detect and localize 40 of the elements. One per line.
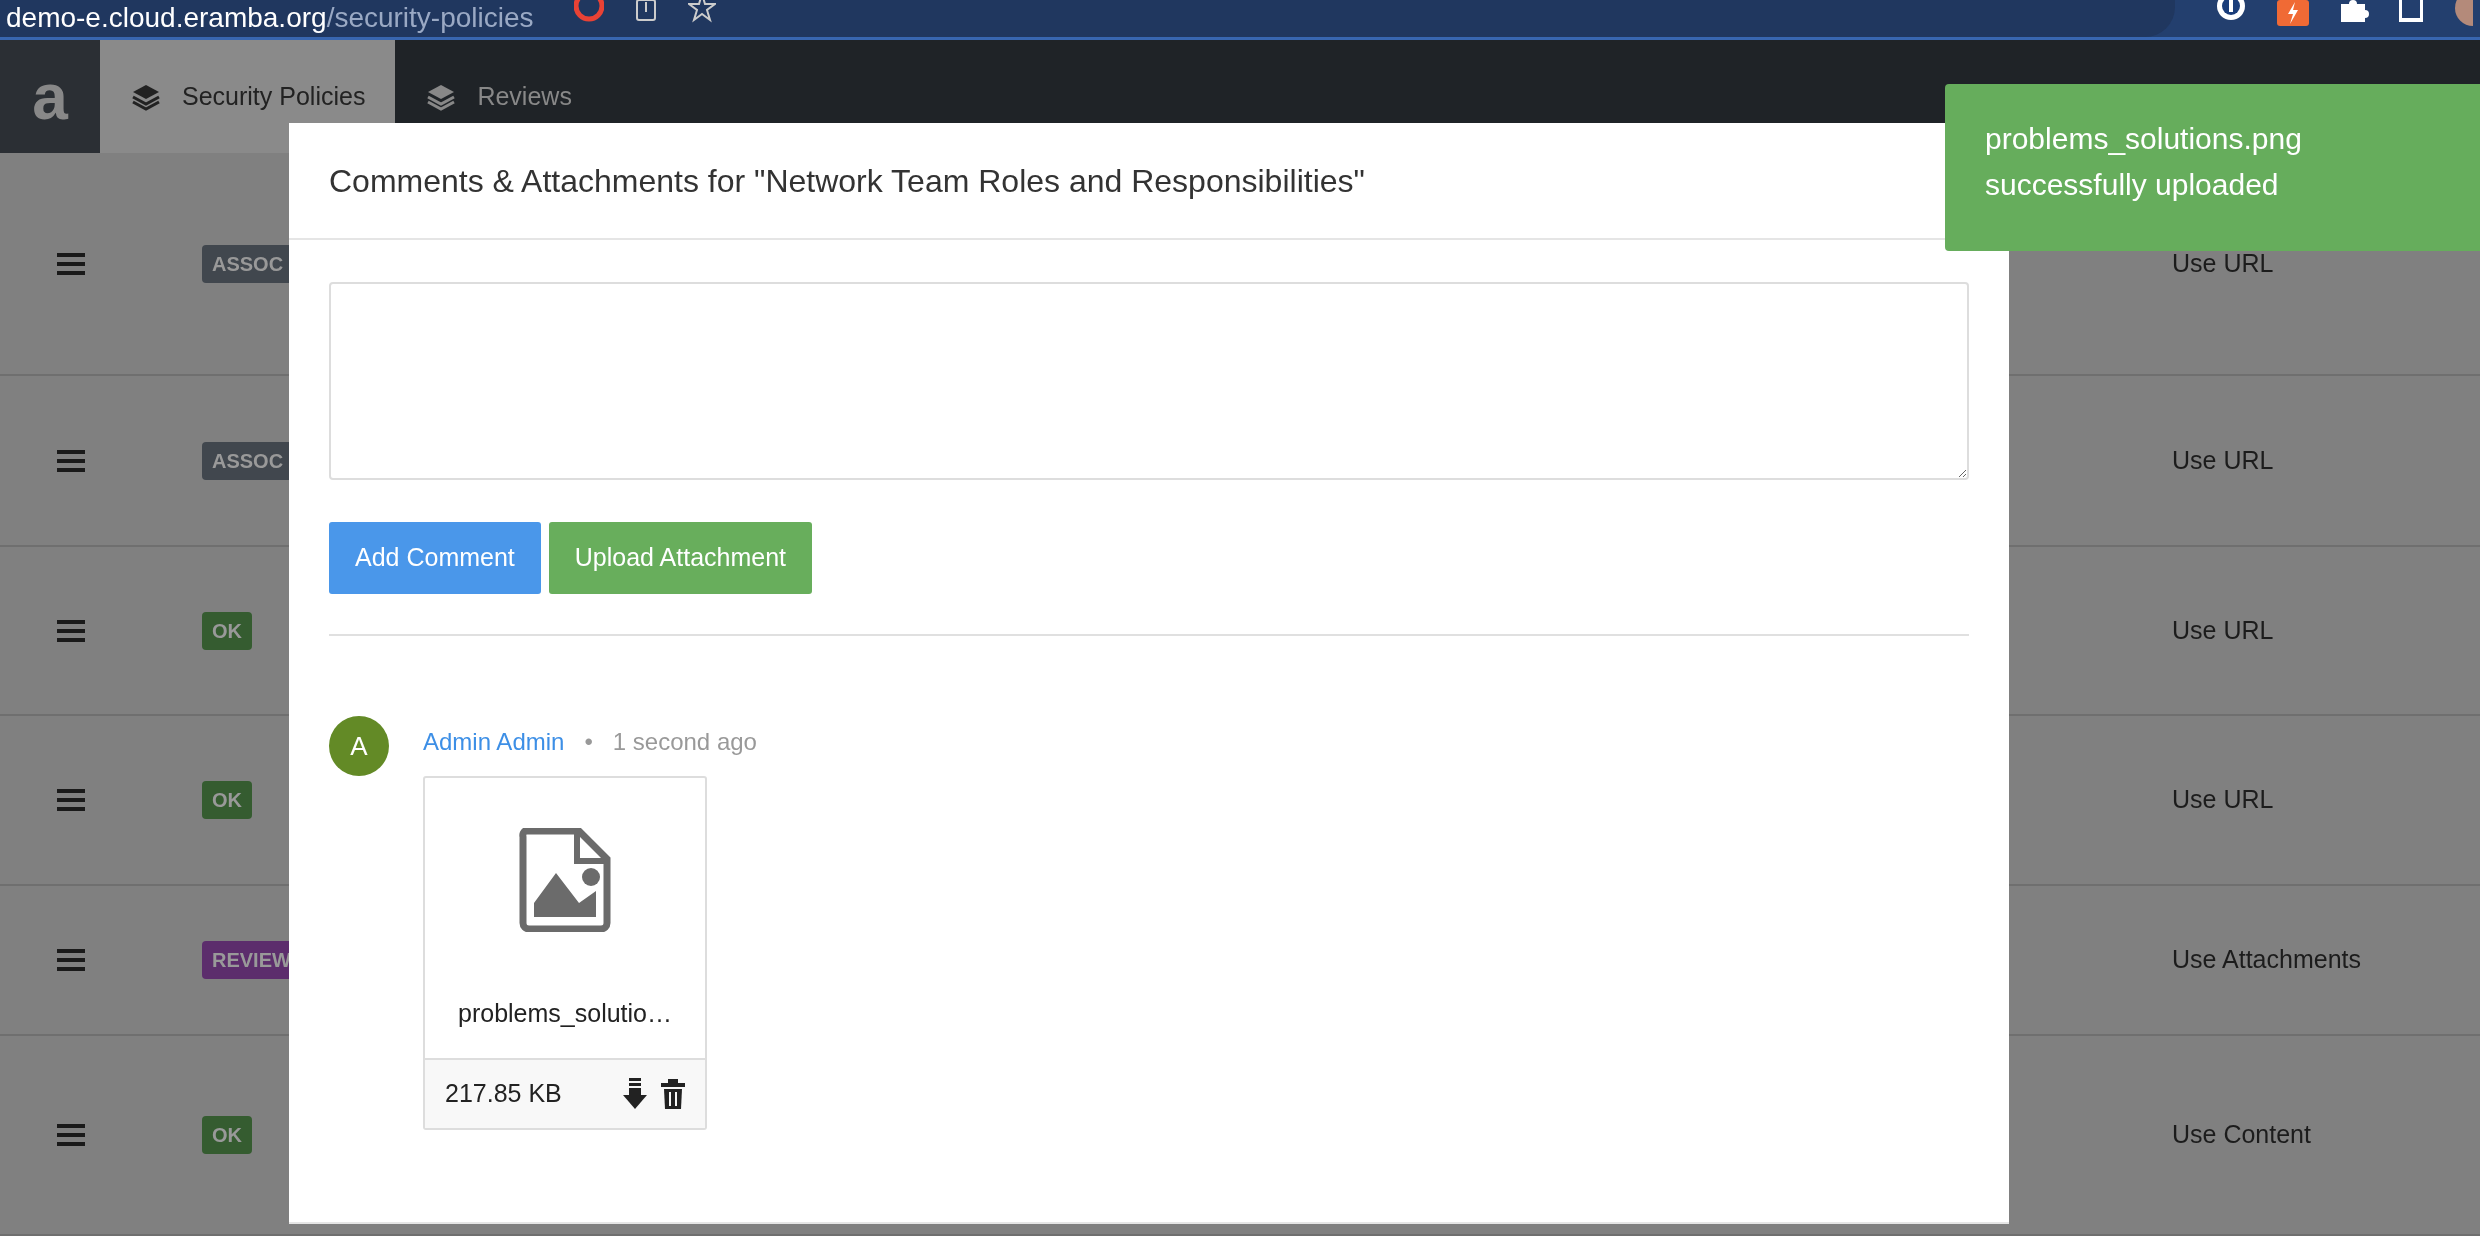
share-icon[interactable] bbox=[633, 0, 658, 24]
star-icon[interactable] bbox=[687, 0, 716, 24]
menu-icon[interactable] bbox=[57, 449, 85, 472]
trash-icon[interactable] bbox=[661, 1079, 685, 1109]
nav-tab[interactable]: Reviews bbox=[395, 40, 602, 153]
separator-dot: • bbox=[584, 727, 593, 757]
image-file-icon bbox=[519, 828, 611, 932]
menu-icon[interactable] bbox=[57, 949, 85, 971]
table-cell-text: Use URL bbox=[2172, 247, 2275, 279]
menu-icon[interactable] bbox=[57, 1124, 85, 1146]
menu-icon[interactable] bbox=[57, 619, 85, 642]
comment-field[interactable] bbox=[329, 282, 1969, 480]
url-text[interactable]: demo-e.cloud.eramba.org bbox=[6, 2, 327, 33]
comment-time: 1 second ago bbox=[612, 727, 757, 757]
profile-icon[interactable] bbox=[2453, 0, 2473, 28]
upload-attachment-button[interactable]: Upload Attachment bbox=[548, 522, 813, 594]
file-size: 217.85 KB bbox=[445, 1078, 562, 1110]
status-badge: OK bbox=[202, 611, 252, 650]
add-comment-button[interactable]: Add Comment bbox=[329, 522, 541, 594]
logo[interactable]: a bbox=[0, 40, 100, 153]
url-path: /security-policies bbox=[326, 2, 534, 33]
puzzle-icon[interactable] bbox=[2339, 0, 2369, 22]
download-icon[interactable] bbox=[623, 1078, 647, 1110]
status-badge: OK bbox=[202, 781, 252, 819]
bolt-icon[interactable] bbox=[2277, 0, 2309, 26]
file-name: problems_solutio… bbox=[458, 997, 672, 1029]
author-link[interactable]: Admin Admin bbox=[423, 724, 565, 760]
table-cell-text: Use Attachments bbox=[2172, 944, 2362, 976]
nav-tab[interactable]: Security Policies bbox=[100, 40, 396, 153]
window-icon[interactable] bbox=[2399, 0, 2423, 22]
toast-message: problems_solutions.png successfully uploaded bbox=[1985, 121, 2303, 203]
user-avatar: A bbox=[329, 716, 389, 776]
table-cell-text: Use URL bbox=[2172, 444, 2275, 476]
modal-title: Comments & Attachments for "Network Team Roles and Responsibilities" bbox=[329, 161, 1365, 201]
menu-icon[interactable] bbox=[57, 252, 85, 275]
table-cell-text: Use URL bbox=[2172, 784, 2275, 816]
table-cell-text: Use URL bbox=[2172, 614, 2275, 646]
status-badge: OK bbox=[202, 1116, 252, 1154]
menu-icon[interactable] bbox=[57, 789, 85, 811]
table-cell-text: Use Content bbox=[2172, 1119, 2312, 1151]
